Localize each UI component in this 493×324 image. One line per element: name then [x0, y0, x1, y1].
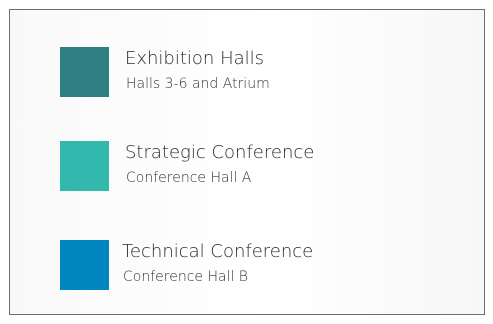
legend-item-exhibition-halls: Exhibition Halls Halls 3-6 and Atrium [60, 47, 460, 99]
legend-item-subtitle: Halls 3-6 and Atrium [126, 76, 270, 92]
legend-item-technical-conference: Technical Conference Conference Hall B [60, 240, 460, 292]
exhibition-halls-color-swatch [60, 47, 109, 97]
legend-item-strategic-conference: Strategic Conference Conference Hall A [60, 141, 460, 193]
legend-item-subtitle: Conference Hall B [123, 269, 248, 285]
legend-item-subtitle: Conference Hall A [126, 170, 252, 186]
technical-conference-color-swatch [60, 240, 109, 290]
legend-item-title: Exhibition Halls [125, 48, 265, 69]
legend-item-title: Technical Conference [122, 241, 314, 262]
legend-item-title: Strategic Conference [125, 142, 315, 163]
strategic-conference-color-swatch [60, 141, 109, 191]
venue-legend-panel: Exhibition Halls Halls 3-6 and Atrium St… [9, 9, 485, 315]
